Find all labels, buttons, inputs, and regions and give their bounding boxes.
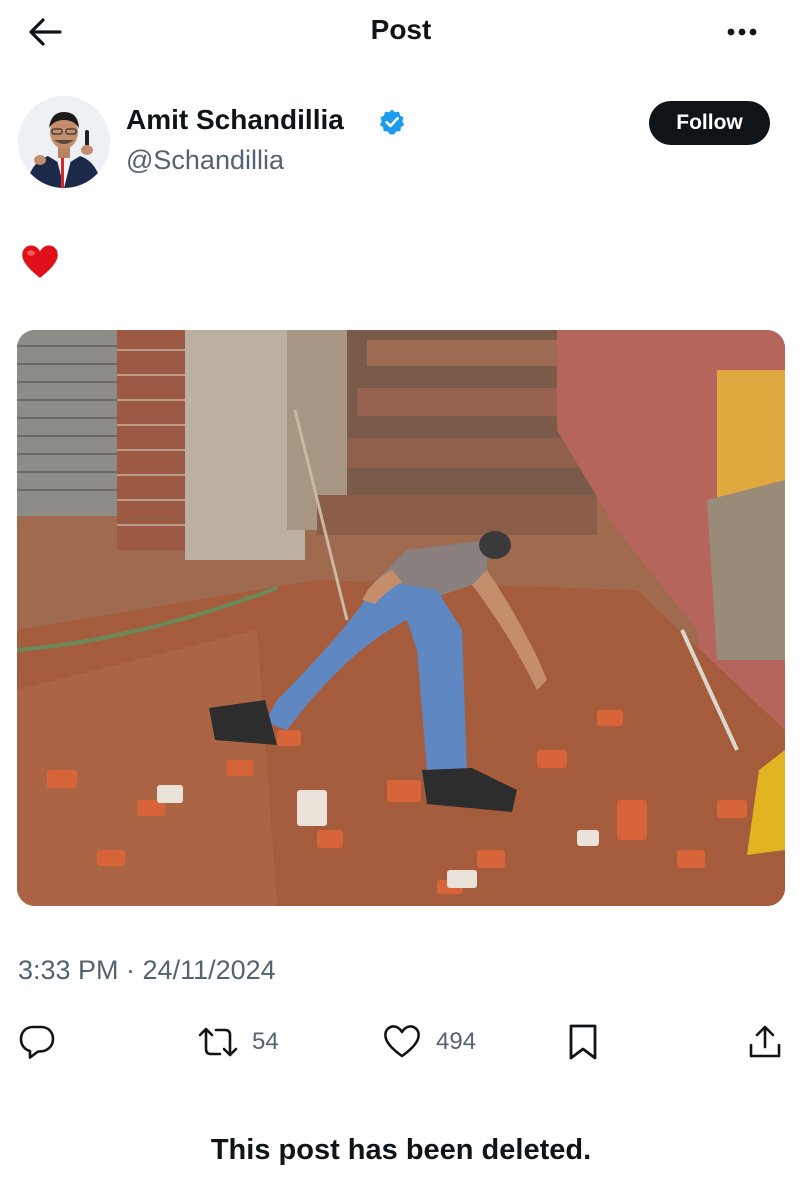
post-photo[interactable] [17, 330, 785, 906]
follow-button[interactable]: Follow [649, 101, 770, 145]
like-button[interactable]: 494 [382, 1020, 476, 1064]
more-icon [727, 28, 757, 36]
verified-badge-icon [379, 109, 405, 135]
repost-count: 54 [252, 1028, 279, 1055]
bookmark-button[interactable] [566, 1020, 600, 1064]
bookmark-icon [569, 1024, 597, 1060]
avatar[interactable] [18, 96, 110, 188]
share-button[interactable] [746, 1020, 784, 1064]
like-count: 494 [436, 1028, 477, 1055]
like-heart-icon [384, 1025, 420, 1058]
post-photo-image [17, 330, 785, 906]
share-icon [749, 1025, 781, 1058]
page-title: Post [370, 14, 432, 45]
avatar-image [18, 96, 110, 188]
post-deleted-notice: This post has been deleted. [210, 1134, 592, 1166]
author-display-name[interactable]: Amit Schandillia [126, 104, 344, 136]
top-bar: Post [0, 0, 802, 64]
post-timestamp[interactable]: 3:33 PM · 24/11/2024 [18, 955, 276, 986]
more-options-button[interactable] [718, 14, 766, 50]
reply-icon [19, 1025, 55, 1059]
repost-icon [198, 1027, 238, 1057]
reply-button[interactable] [18, 1020, 56, 1064]
repost-button[interactable]: 54 [198, 1020, 279, 1064]
red-heart-emoji-icon [22, 245, 58, 278]
author-handle[interactable]: @Schandillia [126, 145, 284, 176]
